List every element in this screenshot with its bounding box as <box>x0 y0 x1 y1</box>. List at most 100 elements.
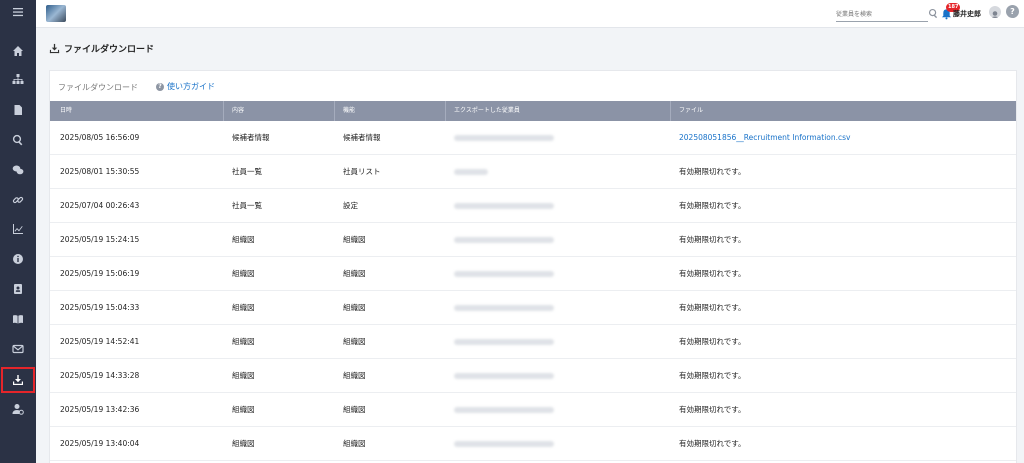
redacted-employee <box>454 135 554 141</box>
column-header-function[interactable]: 機能 <box>335 101 446 121</box>
cell-function: 組織図 <box>343 235 366 244</box>
home-icon <box>13 46 23 56</box>
download-icon <box>49 43 60 54</box>
page-title-text: ファイルダウンロード <box>64 45 155 55</box>
top-header: 187 藤井史郎 ? <box>36 0 1024 28</box>
redacted-employee <box>454 305 554 311</box>
cell-content: 組織図 <box>232 371 255 380</box>
sidebar-item-menu[interactable] <box>0 0 36 26</box>
cell-datetime: 2025/05/19 13:40:04 <box>60 439 140 448</box>
cell-exported-by <box>446 121 671 154</box>
user-settings-icon <box>12 404 24 415</box>
mail-icon <box>12 344 24 354</box>
table-row: 2025/05/19 15:06:19 組織図 組織図 有効期限切れです。 <box>50 257 1016 291</box>
cell-datetime: 2025/08/01 15:30:55 <box>60 167 140 176</box>
cell-function: 設定 <box>343 201 358 210</box>
table-row: 2025/07/04 00:26:43 社員一覧 設定 有効期限切れです。 <box>50 189 1016 223</box>
book-icon <box>13 315 23 324</box>
cell-content: 組織図 <box>232 439 255 448</box>
table-row: 2025/05/19 14:52:41 組織図 組織図 有効期限切れです。 <box>50 325 1016 359</box>
table-body: 2025/08/05 16:56:09 候補者情報 候補者情報 20250805185… <box>50 121 1016 461</box>
table-row: 2025/05/19 15:24:15 組織図 組織図 有効期限切れです。 <box>50 223 1016 257</box>
cell-datetime: 2025/05/19 15:04:33 <box>60 303 140 312</box>
file-download-link[interactable]: 202508051856__Recruitment Information.cs… <box>671 121 1016 154</box>
redacted-employee <box>454 441 554 447</box>
cell-function: 組織図 <box>343 439 366 448</box>
cell-file-expired: 有効期限切れです。 <box>679 235 746 244</box>
sidebar-item-chat[interactable] <box>0 156 36 184</box>
sidebar-item-organization[interactable] <box>0 65 36 93</box>
cell-content: 社員一覧 <box>232 167 262 176</box>
cell-content: 組織図 <box>232 235 255 244</box>
cell-content: 組織図 <box>232 269 255 278</box>
cell-function: 組織図 <box>343 303 366 312</box>
cell-file-expired: 有効期限切れです。 <box>679 303 746 312</box>
cell-file-expired: 有効期限切れです。 <box>679 439 746 448</box>
cell-exported-by <box>446 427 671 460</box>
cell-datetime: 2025/05/19 15:06:19 <box>60 269 140 278</box>
file-download-card: ファイルダウンロード ? 使い方ガイド 日時 内容 機能 エクスポートした従業員… <box>49 70 1017 463</box>
chat-icon <box>12 165 24 175</box>
redacted-employee <box>454 203 554 209</box>
sidebar-item-mail[interactable] <box>0 335 36 363</box>
cell-file-expired: 有効期限切れです。 <box>679 201 746 210</box>
cell-datetime: 2025/05/19 13:42:36 <box>60 405 140 414</box>
cell-function: 組織図 <box>343 371 366 380</box>
table-row: 2025/08/05 16:56:09 候補者情報 候補者情報 20250805185… <box>50 121 1016 155</box>
cell-exported-by <box>446 393 671 426</box>
sidebar-item-manual[interactable] <box>0 305 36 333</box>
redacted-employee <box>454 407 554 413</box>
sidebar-item-info[interactable] <box>0 245 36 273</box>
sidebar <box>0 0 36 463</box>
chart-icon <box>13 224 23 234</box>
sidebar-item-profile[interactable] <box>0 275 36 303</box>
sidebar-item-user-settings[interactable] <box>0 395 36 423</box>
cell-exported-by <box>446 359 671 392</box>
cell-exported-by <box>446 257 671 290</box>
menu-icon <box>13 8 23 17</box>
column-header-datetime[interactable]: 日時 <box>50 101 224 121</box>
cell-content: 組織図 <box>232 337 255 346</box>
cell-datetime: 2025/05/19 15:24:15 <box>60 235 140 244</box>
sidebar-item-links[interactable] <box>0 186 36 214</box>
sidebar-item-analytics[interactable] <box>0 215 36 243</box>
column-header-file[interactable]: ファイル <box>671 101 1016 121</box>
cell-function: 組織図 <box>343 405 366 414</box>
cell-content: 候補者情報 <box>232 133 270 142</box>
column-header-content[interactable]: 内容 <box>224 101 335 121</box>
redacted-employee <box>454 237 554 243</box>
sidebar-item-search[interactable] <box>0 126 36 154</box>
sidebar-item-home[interactable] <box>0 37 36 65</box>
sidebar-item-download[interactable] <box>0 366 36 394</box>
user-name[interactable]: 藤井史郎 <box>953 9 981 19</box>
redacted-employee <box>454 373 554 379</box>
cell-file-expired: 有効期限切れです。 <box>679 167 746 176</box>
usage-guide-label: 使い方ガイド <box>167 82 215 91</box>
cell-function: 候補者情報 <box>343 133 381 142</box>
page-title: ファイルダウンロード <box>49 42 154 55</box>
cell-datetime: 2025/05/19 14:33:28 <box>60 371 140 380</box>
cell-file-expired: 有効期限切れです。 <box>679 337 746 346</box>
user-avatar-icon <box>991 11 999 18</box>
download-history-table: 日時 内容 機能 エクスポートした従業員 ファイル 2025/08/05 16:… <box>50 101 1016 461</box>
sidebar-item-documents[interactable] <box>0 96 36 124</box>
usage-guide-link[interactable]: ? 使い方ガイド <box>156 81 215 92</box>
avatar[interactable] <box>989 6 1001 18</box>
employee-search-input[interactable] <box>836 8 928 22</box>
cell-content: 組織図 <box>232 303 255 312</box>
column-header-exported-by[interactable]: エクスポートした従業員 <box>446 101 671 121</box>
cell-content: 組織図 <box>232 405 255 414</box>
redacted-employee <box>454 271 554 277</box>
cell-function: 社員リスト <box>343 167 381 176</box>
redacted-employee <box>454 339 554 345</box>
company-logo[interactable] <box>46 5 66 22</box>
search-icon[interactable] <box>928 8 939 19</box>
download-icon <box>13 375 23 385</box>
help-icon[interactable]: ? <box>1006 5 1019 18</box>
profile-card-icon <box>14 284 22 294</box>
table-row: 2025/05/19 14:33:28 組織図 組織図 有効期限切れです。 <box>50 359 1016 393</box>
link-icon <box>12 196 24 204</box>
cell-function: 組織図 <box>343 337 366 346</box>
card-heading: ファイルダウンロード <box>58 83 138 92</box>
cell-file-expired: 有効期限切れです。 <box>679 269 746 278</box>
